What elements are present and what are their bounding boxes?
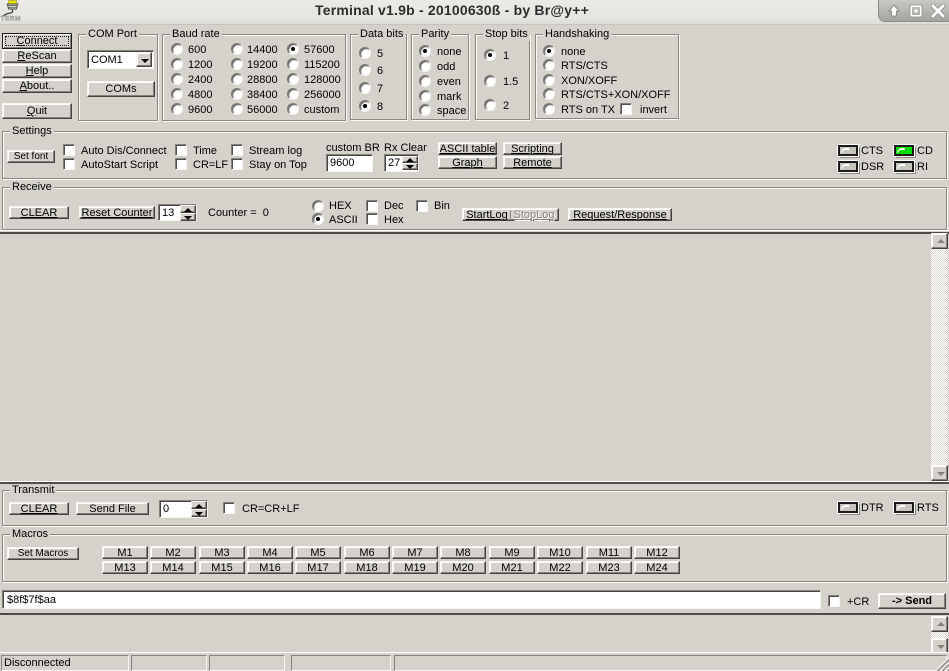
svg-text:TERM: TERM — [1, 16, 22, 23]
